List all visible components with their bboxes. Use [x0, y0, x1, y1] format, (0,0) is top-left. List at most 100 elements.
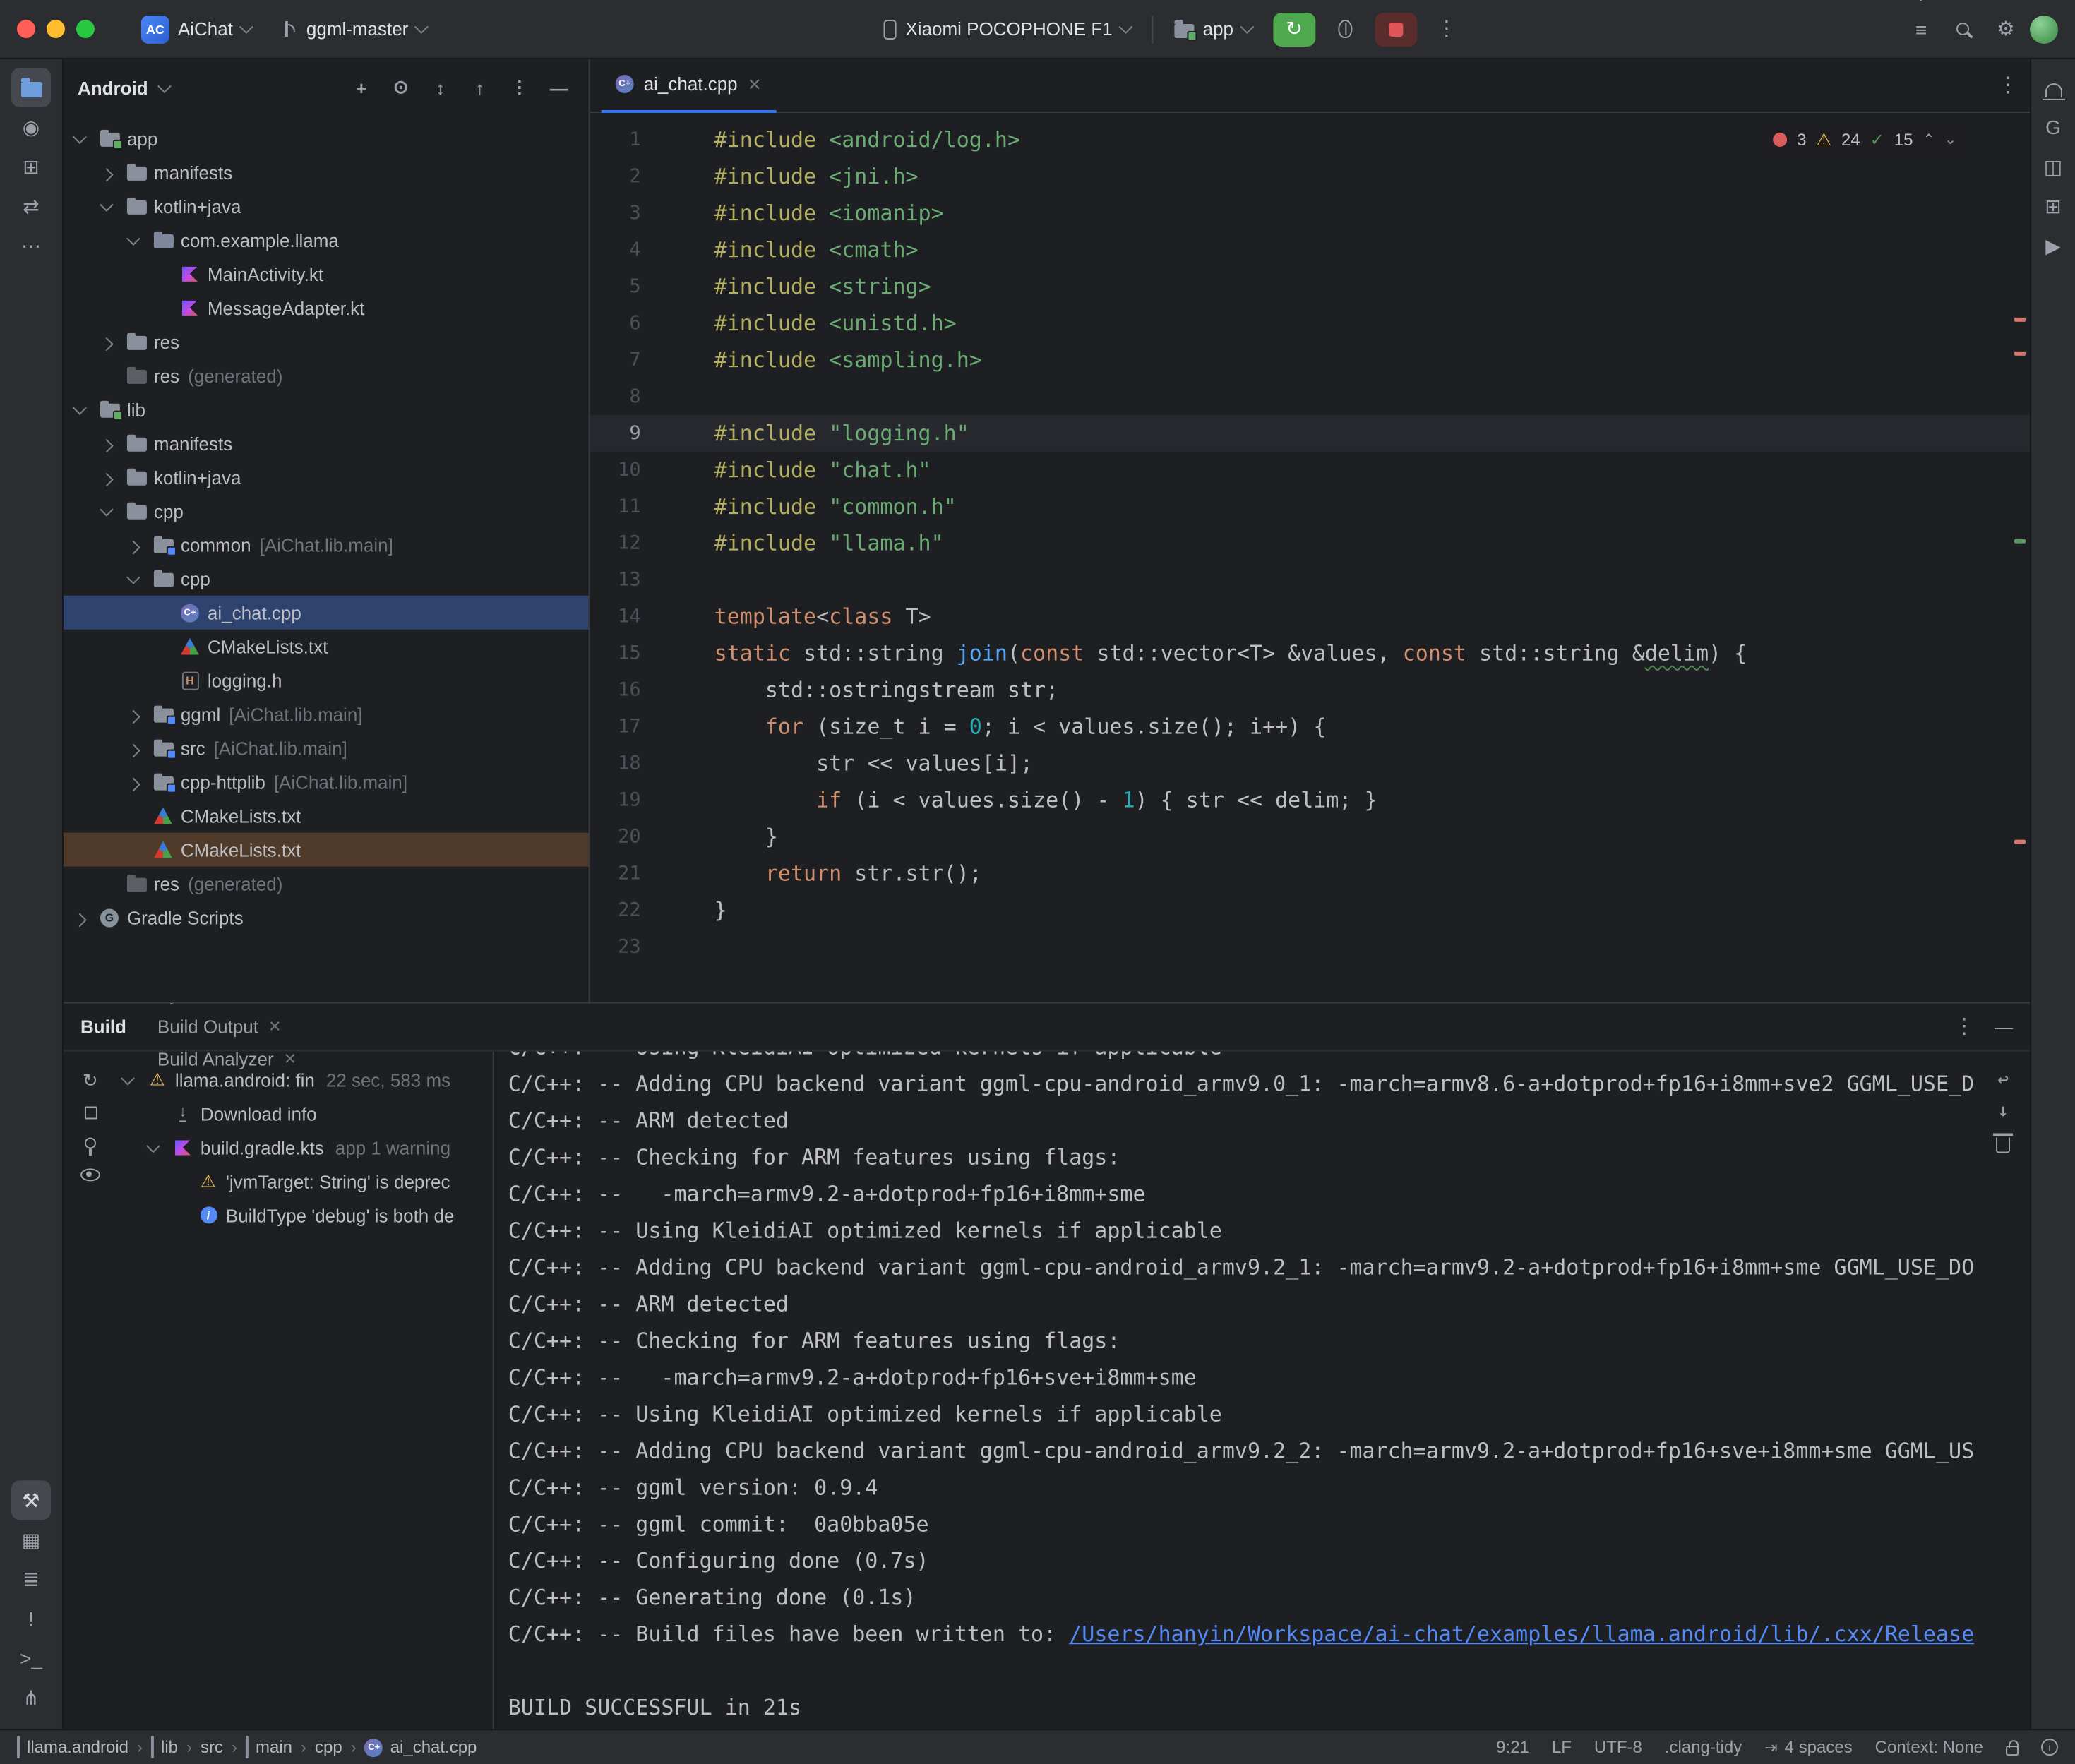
code-line-7[interactable]: 7#include <sampling.h>	[590, 342, 2030, 378]
device-selector[interactable]: Xiaomi POCOPHONE F1	[874, 13, 1140, 45]
tree-item-mainactivity-kt[interactable]: MainActivity.kt	[64, 257, 589, 291]
code-line-6[interactable]: 6#include <unistd.h>	[590, 305, 2030, 342]
code-line-17[interactable]: 17 for (size_t i = 0; i < values.size();…	[590, 709, 2030, 745]
settings-button[interactable]: ⚙	[1987, 11, 2024, 47]
add-icon[interactable]: +	[346, 72, 377, 103]
editor-options-kebab[interactable]: ⋮	[1997, 75, 2019, 96]
tree-item-src[interactable]: src[AiChat.lib.main]	[64, 731, 589, 765]
breadcrumb-ai-chat-cpp[interactable]: C+ai_chat.cpp	[365, 1737, 477, 1757]
tree-item-lib[interactable]: lib	[64, 392, 589, 426]
layout-inspector-icon[interactable]: ⊞	[2033, 186, 2073, 226]
scrollbar-mark[interactable]	[2014, 539, 2026, 544]
build-window-title[interactable]: Build	[80, 1016, 126, 1038]
minimize-panel-icon[interactable]: —	[1995, 1016, 2013, 1038]
code-line-23[interactable]: 23	[590, 929, 2030, 966]
structure-icon[interactable]: ⊞	[11, 147, 51, 186]
run-button[interactable]: ↻	[1273, 12, 1315, 46]
chevron-right-icon[interactable]	[73, 912, 87, 926]
logcat-icon[interactable]: ≣	[11, 1559, 51, 1599]
scrollbar-mark[interactable]	[2014, 318, 2026, 322]
code-line-14[interactable]: 14template<class T>	[590, 599, 2030, 635]
code-line-9[interactable]: 9#include "logging.h"	[590, 415, 2030, 452]
build-icon[interactable]: ⚒	[11, 1480, 51, 1520]
tree-item-cmakelists-txt[interactable]: CMakeLists.txt	[64, 799, 589, 833]
chevron-down-icon[interactable]	[100, 502, 114, 516]
code-line-12[interactable]: 12#include "llama.h"	[590, 525, 2030, 562]
code-line-4[interactable]: 4#include <cmath>	[590, 232, 2030, 268]
chevron-down-icon[interactable]	[157, 78, 172, 92]
code-line-11[interactable]: 11#include "common.h"	[590, 488, 2030, 525]
code-line-13[interactable]: 13	[590, 562, 2030, 599]
code-line-21[interactable]: 21 return str.str();	[590, 856, 2030, 892]
tree-item-common[interactable]: common[AiChat.lib.main]	[64, 528, 589, 562]
chevron-right-icon[interactable]	[126, 540, 140, 554]
tree-item-res[interactable]: res	[64, 325, 589, 359]
branch-widget[interactable]: ggml-master	[273, 13, 436, 45]
file-path-link[interactable]: /Users/hanyin/Workspace/ai-chat/examples…	[1069, 1621, 1974, 1647]
tree-item-ai-chat-cpp[interactable]: C+ai_chat.cpp	[64, 596, 589, 630]
inspect-eye-icon[interactable]	[75, 1158, 106, 1189]
close-window-button[interactable]	[17, 20, 35, 38]
tree-item-res[interactable]: res(generated)	[64, 359, 589, 392]
project-icon[interactable]	[11, 68, 51, 107]
terminal-icon[interactable]: >_	[11, 1638, 51, 1678]
expand-all-icon[interactable]: ↕	[425, 72, 456, 103]
build-event-item[interactable]: ⚠'jvmTarget: String' is deprec	[117, 1164, 493, 1198]
commit-icon[interactable]: ◉	[11, 107, 51, 147]
tree-item-cpp-httplib[interactable]: cpp-httplib[AiChat.lib.main]	[64, 765, 589, 799]
pull-requests-icon[interactable]: ⇄	[11, 186, 51, 226]
status-lock[interactable]	[2006, 1739, 2019, 1755]
code-line-20[interactable]: 20 }	[590, 819, 2030, 856]
tree-item-app[interactable]: app	[64, 121, 589, 155]
code-line-18[interactable]: 18 str << values[i];	[590, 745, 2030, 782]
debug-button[interactable]	[1327, 11, 1363, 47]
breadcrumb-lib[interactable]: lib	[151, 1737, 178, 1757]
build-event-item[interactable]: build.gradle.ktsapp 1 warning	[117, 1130, 493, 1164]
status-encoding[interactable]: UTF-8	[1594, 1737, 1642, 1757]
rerun-build-icon[interactable]: ↻	[75, 1065, 106, 1096]
chevron-down-icon[interactable]	[73, 400, 87, 414]
tree-item-cmakelists-txt[interactable]: CMakeLists.txt	[64, 630, 589, 664]
tree-item-messageadapter-kt[interactable]: MessageAdapter.kt	[64, 291, 589, 325]
hide-panel-icon[interactable]: —	[544, 72, 575, 103]
version-control-icon[interactable]: ⋔	[11, 1678, 51, 1717]
close-tab-icon[interactable]: ✕	[208, 1002, 221, 1004]
build-options-kebab[interactable]: ⋮	[1954, 1016, 1975, 1038]
tree-item-cmakelists-txt[interactable]: CMakeLists.txt	[64, 833, 589, 867]
tree-item-cpp[interactable]: cpp	[64, 494, 589, 528]
notifications-icon[interactable]	[2033, 68, 2073, 107]
build-event-item[interactable]: ↓Download info	[117, 1096, 493, 1130]
chevron-down-icon[interactable]	[126, 570, 140, 584]
build-tab-build-output[interactable]: Build Output✕	[146, 1011, 308, 1043]
run-configuration-selector[interactable]: app	[1165, 13, 1262, 45]
status-clang-tidy[interactable]: .clang-tidy	[1665, 1737, 1742, 1757]
pin-tab-icon[interactable]	[75, 1127, 106, 1158]
code-line-15[interactable]: 15static std::string join(const std::vec…	[590, 635, 2030, 672]
status-cursor-position[interactable]: 9:21	[1496, 1737, 1529, 1757]
chevron-down-icon[interactable]	[126, 231, 140, 245]
close-tab-icon[interactable]: ✕	[268, 1018, 281, 1036]
scrollbar-mark[interactable]	[2014, 840, 2026, 844]
tree-item-res[interactable]: res(generated)	[64, 867, 589, 901]
status-indent[interactable]: ⇥4 spaces	[1764, 1737, 1852, 1757]
clear-output-icon[interactable]	[1987, 1127, 2019, 1158]
tree-item-ggml[interactable]: ggml[AiChat.lib.main]	[64, 697, 589, 731]
user-avatar[interactable]	[2030, 15, 2058, 43]
tree-item-kotlin-java[interactable]: kotlin+java	[64, 460, 589, 494]
tree-item-cpp[interactable]: cpp	[64, 562, 589, 596]
project-view-title[interactable]: Android	[78, 77, 148, 98]
build-event-item[interactable]: ⚠llama.android: fin22 sec, 583 ms	[117, 1062, 493, 1096]
previous-problem-icon[interactable]: ⌃	[1923, 132, 1935, 148]
tree-item-manifests[interactable]: manifests	[64, 155, 589, 189]
code-view[interactable]: 1#include <android/log.h>2#include <jni.…	[590, 113, 2030, 966]
next-problem-icon[interactable]: ⌄	[1944, 132, 1956, 148]
build-event-item[interactable]: iBuildType 'debug' is both de	[117, 1198, 493, 1232]
breadcrumb-main[interactable]: main	[246, 1737, 292, 1757]
breadcrumb-src[interactable]: src	[201, 1737, 223, 1757]
code-line-19[interactable]: 19 if (i < values.size() - 1) { str << d…	[590, 782, 2030, 819]
problems-icon[interactable]: !	[11, 1599, 51, 1638]
status-line-ending[interactable]: LF	[1552, 1737, 1572, 1757]
status-notifications[interactable]: i	[2041, 1739, 2058, 1756]
locate-file-icon[interactable]: ⊙	[385, 72, 417, 103]
chevron-right-icon[interactable]	[100, 438, 114, 452]
